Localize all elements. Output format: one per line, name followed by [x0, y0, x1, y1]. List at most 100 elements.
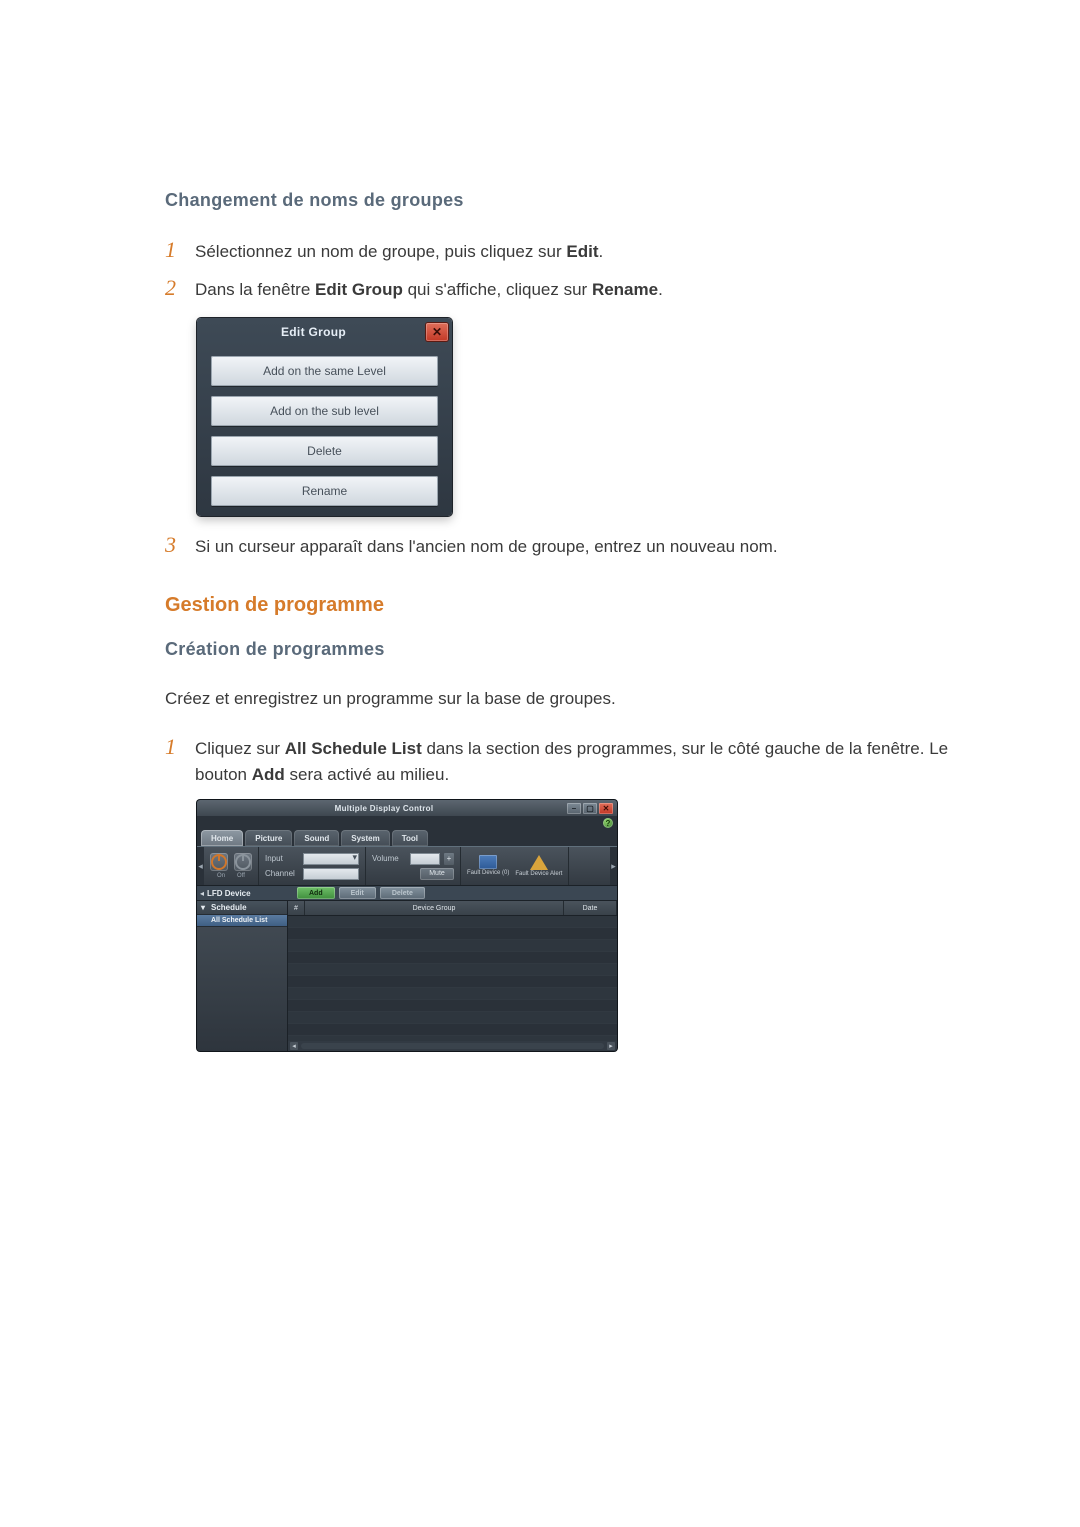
- toolbar-spacer: [569, 847, 610, 885]
- text-bold: Add: [252, 765, 285, 784]
- text-bold: All Schedule List: [285, 739, 422, 758]
- step-1: 1 Sélectionnez un nom de groupe, puis cl…: [165, 237, 960, 265]
- monitor-icon: [479, 855, 497, 869]
- tree-panel: ▾ Schedule All Schedule List: [197, 901, 288, 1051]
- table-row: [288, 1012, 617, 1024]
- tree-item-all-schedule[interactable]: All Schedule List: [197, 915, 287, 927]
- warning-icon: [530, 855, 548, 870]
- tree-node-schedule[interactable]: ▾ Schedule: [197, 901, 287, 915]
- text: sera activé au milieu.: [285, 765, 449, 784]
- delete-button[interactable]: Delete: [211, 436, 438, 466]
- horizontal-scrollbar[interactable]: ◂ ▸: [288, 1041, 617, 1051]
- power-on-icon: [211, 854, 227, 870]
- tab-sound[interactable]: Sound: [294, 830, 339, 846]
- steps-rename-cont: 3 Si un curseur apparaît dans l'ancien n…: [165, 532, 960, 560]
- table-row: [288, 916, 617, 928]
- input-group: Input Channel: [259, 847, 366, 885]
- close-icon[interactable]: ✕: [426, 323, 448, 341]
- add-same-level-button[interactable]: Add on the same Level: [211, 356, 438, 386]
- help-icon[interactable]: ?: [603, 818, 613, 828]
- power-on-button[interactable]: [210, 853, 228, 871]
- col-id: #: [288, 901, 305, 915]
- tab-system[interactable]: System: [341, 830, 389, 846]
- tree-node-label: Schedule: [211, 903, 247, 912]
- add-button[interactable]: Add: [297, 887, 335, 899]
- volume-group: Volume + Mute: [366, 847, 461, 885]
- text-bold: Rename: [592, 280, 658, 299]
- toolbar-right-arrow-icon[interactable]: ▸: [610, 847, 617, 885]
- window-buttons: – ▢ ✕: [567, 803, 613, 814]
- window-title: Multiple Display Control: [335, 804, 434, 813]
- mute-button[interactable]: Mute: [420, 868, 454, 880]
- text: Dans la fenêtre: [195, 280, 315, 299]
- scroll-track[interactable]: [301, 1043, 604, 1049]
- schedule-table: # Device Group Date: [288, 901, 617, 1051]
- label-input: Input: [265, 854, 299, 863]
- fault-device-count[interactable]: Fault Device (0): [467, 855, 509, 877]
- step-number: 2: [165, 275, 195, 301]
- step-3: 3 Si un curseur apparaît dans l'ancien n…: [165, 532, 960, 560]
- step-text: Si un curseur apparaît dans l'ancien nom…: [195, 534, 778, 560]
- label-off: Off: [237, 873, 245, 879]
- step-number: 1: [165, 734, 195, 760]
- text: qui s'affiche, cliquez sur: [403, 280, 592, 299]
- step-text: Cliquez sur All Schedule List dans la se…: [195, 736, 960, 789]
- edit-group-dialog: Edit Group ✕ Add on the same Level Add o…: [197, 318, 452, 516]
- table-row: [288, 928, 617, 940]
- power-off-button[interactable]: [234, 853, 252, 871]
- step-text: Dans la fenêtre Edit Group qui s'affiche…: [195, 277, 663, 303]
- dialog-titlebar: Edit Group ✕: [197, 318, 452, 346]
- text: .: [599, 242, 604, 261]
- maximize-icon[interactable]: ▢: [583, 803, 597, 814]
- edit-button[interactable]: Edit: [339, 887, 376, 899]
- table-header: # Device Group Date: [288, 901, 617, 916]
- mdc-window: Multiple Display Control – ▢ ✕ ? Home Pi…: [197, 800, 617, 1051]
- step-text: Sélectionnez un nom de groupe, puis cliq…: [195, 239, 603, 265]
- body-text: Créez et enregistrez un programme sur la…: [165, 686, 960, 712]
- mdc-titlebar: Multiple Display Control – ▢ ✕: [197, 800, 617, 816]
- col-date: Date: [564, 901, 617, 915]
- tab-home[interactable]: Home: [201, 830, 243, 846]
- volume-stepper[interactable]: [410, 853, 440, 865]
- channel-stepper[interactable]: [303, 868, 359, 880]
- tab-tool[interactable]: Tool: [392, 830, 428, 846]
- text: Cliquez sur: [195, 739, 285, 758]
- subheading-group-rename: Changement de noms de groupes: [165, 190, 960, 211]
- toolbar-left-arrow-icon[interactable]: ◂: [197, 847, 204, 885]
- step-1: 1 Cliquez sur All Schedule List dans la …: [165, 734, 960, 789]
- scroll-left-icon[interactable]: ◂: [290, 1042, 298, 1050]
- text-bold: Edit: [566, 242, 598, 261]
- text: Sélectionnez un nom de groupe, puis cliq…: [195, 242, 566, 261]
- table-row: [288, 940, 617, 952]
- mdc-toolbar: ◂ On Off Input Channel: [197, 846, 617, 886]
- table-row: [288, 1000, 617, 1012]
- steps-schedule: 1 Cliquez sur All Schedule List dans la …: [165, 734, 960, 789]
- minimize-icon[interactable]: –: [567, 803, 581, 814]
- delete-button[interactable]: Delete: [380, 887, 425, 899]
- scroll-right-icon[interactable]: ▸: [607, 1042, 615, 1050]
- dialog-title: Edit Group: [281, 325, 346, 339]
- rename-button[interactable]: Rename: [211, 476, 438, 506]
- input-select[interactable]: [303, 853, 359, 865]
- collapse-icon[interactable]: ◂: [197, 889, 207, 898]
- table-row: [288, 976, 617, 988]
- label-on: On: [217, 873, 225, 879]
- power-off-icon: [235, 854, 251, 870]
- volume-plus-button[interactable]: +: [444, 853, 454, 865]
- help-row: ?: [197, 816, 617, 830]
- chevron-down-icon: ▾: [201, 903, 211, 912]
- step-2: 2 Dans la fenêtre Edit Group qui s'affic…: [165, 275, 960, 303]
- add-sub-level-button[interactable]: Add on the sub level: [211, 396, 438, 426]
- table-rows: [288, 916, 617, 1041]
- section-title-schedule-mgmt: Gestion de programme: [165, 594, 960, 617]
- power-group: On Off: [204, 847, 259, 885]
- close-icon[interactable]: ✕: [599, 803, 613, 814]
- tree-toolbar: ◂ LFD Device Add Edit Delete: [197, 886, 617, 901]
- text: .: [658, 280, 663, 299]
- tab-picture[interactable]: Picture: [245, 830, 292, 846]
- table-row: [288, 988, 617, 1000]
- col-device-group: Device Group: [305, 901, 564, 915]
- step-number: 3: [165, 532, 195, 558]
- document-page: Changement de noms de groupes 1 Sélectio…: [0, 0, 1080, 1171]
- fault-device-alert[interactable]: Fault Device Alert: [515, 855, 562, 878]
